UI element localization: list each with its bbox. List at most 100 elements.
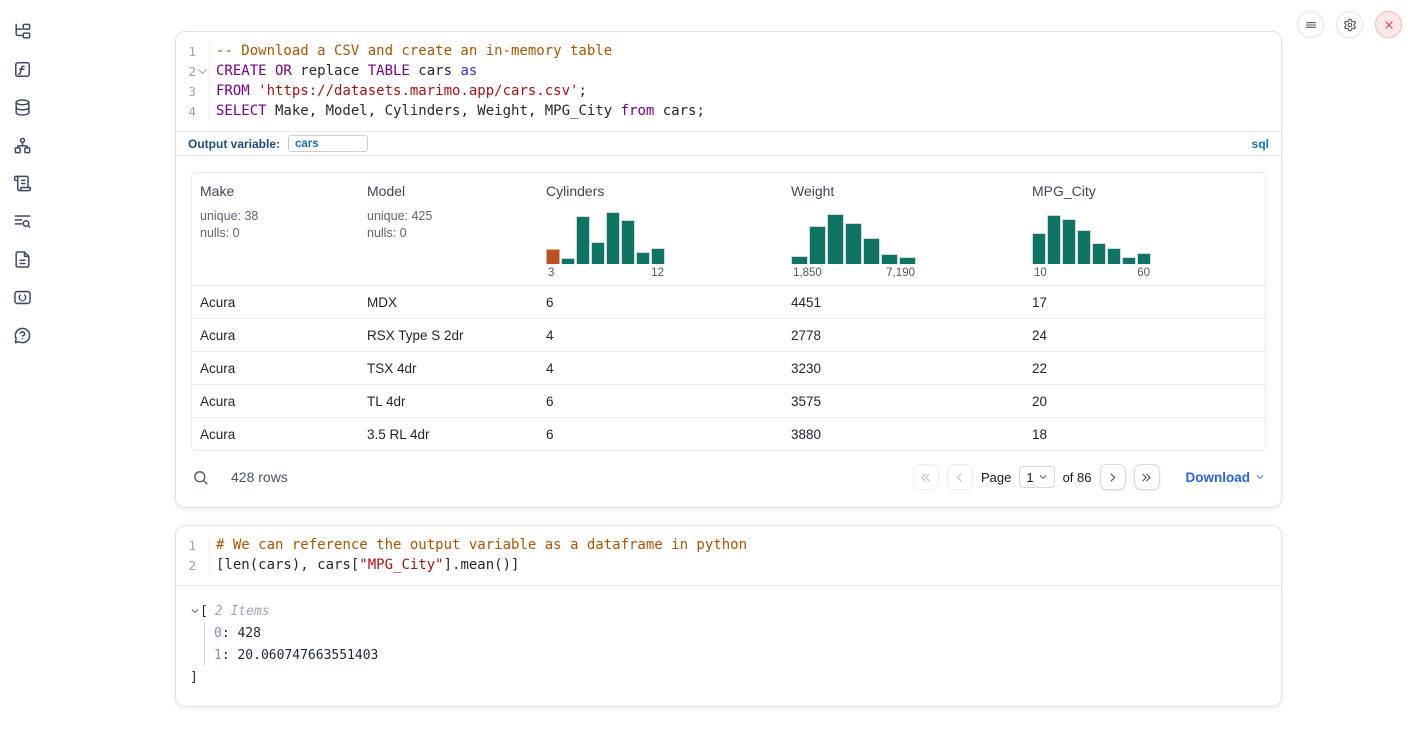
tree-collapse-chevron-icon[interactable]	[190, 606, 200, 616]
fold-chevron-icon[interactable]	[196, 65, 209, 78]
chevrons-left-icon	[919, 471, 932, 484]
token-plain: [len(cars), cars[	[216, 557, 359, 573]
column-header-label[interactable]: MPG_City	[1032, 183, 1257, 199]
sidebar	[0, 18, 44, 348]
token-plain: ].mean()]	[444, 557, 520, 573]
token-plain: replace	[292, 63, 368, 79]
line-number: 2	[176, 558, 196, 573]
column-header-label[interactable]: Weight	[791, 183, 1016, 199]
histogram-bar	[636, 252, 650, 264]
menu-button[interactable]	[1297, 11, 1324, 38]
code-line[interactable]: 4 SELECT Make, Model, Cylinders, Weight, …	[176, 101, 1281, 121]
cylinders-histogram[interactable]	[546, 212, 775, 264]
table-cell: TL 4dr	[359, 394, 538, 409]
table-header: Make unique: 38nulls: 0 Model unique: 425nu…	[192, 173, 1265, 285]
weight-histogram[interactable]	[791, 212, 1016, 264]
table-cell: Acura	[192, 427, 359, 442]
sidebar-item-file-explorer[interactable]	[9, 18, 35, 44]
code-line[interactable]: 2 CREATE OR replace TABLE cars as	[176, 61, 1281, 81]
table-cell: Acura	[192, 328, 359, 343]
sidebar-item-datasources[interactable]	[9, 94, 35, 120]
settings-button[interactable]	[1336, 11, 1363, 38]
table-cell: 3.5 RL 4dr	[359, 427, 538, 442]
sql-code-editor[interactable]: 1-- Download a CSV and create an in-memo…	[176, 32, 1281, 131]
token-keyword: SELECT	[216, 103, 267, 119]
code-line[interactable]: 3FROM 'https://datasets.marimo.app/cars.…	[176, 81, 1281, 101]
column-header-label[interactable]: Model	[367, 183, 530, 199]
search-button[interactable]	[192, 469, 209, 486]
menu-icon	[1304, 18, 1318, 32]
download-button[interactable]: Download	[1186, 470, 1266, 485]
gutter: 3	[176, 81, 210, 101]
histogram-bar	[827, 214, 844, 264]
window-controls	[1297, 11, 1402, 38]
gutter: 2	[176, 555, 210, 575]
output-variable-input[interactable]	[288, 135, 368, 152]
sidebar-item-logs[interactable]	[9, 208, 35, 234]
last-page-button[interactable]	[1134, 464, 1160, 490]
sidebar-item-help[interactable]	[9, 322, 35, 348]
code-text: CREATE OR replace TABLE cars as	[210, 63, 477, 79]
code-line[interactable]: 1 # We can reference the output variable …	[176, 535, 1281, 555]
function-icon	[13, 60, 32, 79]
chevron-left-icon	[953, 471, 966, 484]
token-string: 'https://datasets.marimo.app/cars.csv'	[258, 83, 578, 99]
first-page-button[interactable]	[913, 464, 939, 490]
token-plain: Make, Model, Cylinders, Weight, MPG_City	[267, 103, 621, 119]
line-number: 1	[176, 538, 196, 553]
line-number: 4	[176, 104, 196, 119]
stat-line: nulls: 0	[200, 225, 351, 242]
python-code-editor[interactable]: 1 # We can reference the output variable …	[176, 526, 1281, 586]
code-line[interactable]: 2 [len(cars), cars["MPG_City"].mean()]	[176, 555, 1281, 575]
file-text-icon	[13, 250, 32, 269]
table-row: AcuraMDX6445117	[192, 285, 1265, 318]
table-cell: Acura	[192, 394, 359, 409]
code-line[interactable]: 1-- Download a CSV and create an in-memo…	[176, 41, 1281, 61]
axis-max-label: 60	[1137, 267, 1150, 279]
table-row: AcuraTSX 4dr4323022	[192, 351, 1265, 384]
close-button[interactable]	[1375, 11, 1402, 38]
column-model: Model unique: 425nulls: 0	[359, 173, 538, 285]
table-row: AcuraTL 4dr6357520	[192, 384, 1265, 417]
column-header-label[interactable]: Make	[200, 183, 351, 199]
sidebar-item-scratchpad[interactable]	[9, 170, 35, 196]
line-number: 2	[176, 64, 196, 79]
mpg_city-histogram[interactable]	[1032, 212, 1257, 264]
code-text: [len(cars), cars["MPG_City"].mean()]	[210, 557, 519, 573]
table-cell: 4451	[783, 295, 1024, 310]
code-text: -- Download a CSV and create an in-memor…	[210, 43, 612, 59]
tree-entry-value: 20.060747663551403	[237, 648, 378, 663]
sidebar-item-dependency-graph[interactable]	[9, 132, 35, 158]
tree-open-bracket: [	[200, 604, 208, 619]
token-plain: cars;	[654, 103, 705, 119]
sidebar-item-snippets[interactable]	[9, 284, 35, 310]
table-cell: RSX Type S 2dr	[359, 328, 538, 343]
column-stats: unique: 425nulls: 0	[367, 208, 530, 242]
page-select[interactable]: 1	[1019, 466, 1054, 488]
column-make: Make unique: 38nulls: 0	[192, 173, 359, 285]
sidebar-item-documentation[interactable]	[9, 246, 35, 272]
token-comment: # We can reference the output variable a…	[216, 537, 747, 553]
prev-page-button[interactable]	[947, 464, 973, 490]
tree-entry-key: 1	[214, 648, 222, 663]
text-search-icon	[13, 212, 32, 231]
line-number: 3	[176, 84, 196, 99]
tree-entry-separator: :	[222, 626, 238, 641]
token-string: "MPG_City"	[359, 557, 443, 573]
axis-min-label: 3	[548, 267, 554, 279]
sql-cell: 1 -- Download a CSV and create an in-memo…	[175, 31, 1282, 508]
language-badge[interactable]: sql	[1252, 137, 1269, 151]
page-label: Page	[981, 470, 1011, 485]
histogram-bar	[561, 258, 575, 264]
stat-line: unique: 38	[200, 208, 351, 225]
sidebar-item-variables[interactable]	[9, 56, 35, 82]
next-page-button[interactable]	[1100, 464, 1126, 490]
table-cell: 4	[538, 328, 783, 343]
column-header-label[interactable]: Cylinders	[546, 183, 775, 199]
histogram-bar	[1047, 215, 1061, 264]
histogram-bar	[1107, 248, 1121, 264]
axis-min-label: 10	[1034, 267, 1047, 279]
table-cell: TSX 4dr	[359, 361, 538, 376]
column-stats: unique: 38nulls: 0	[200, 208, 351, 242]
tree-items: 0: 4281: 20.060747663551403	[204, 622, 1267, 666]
